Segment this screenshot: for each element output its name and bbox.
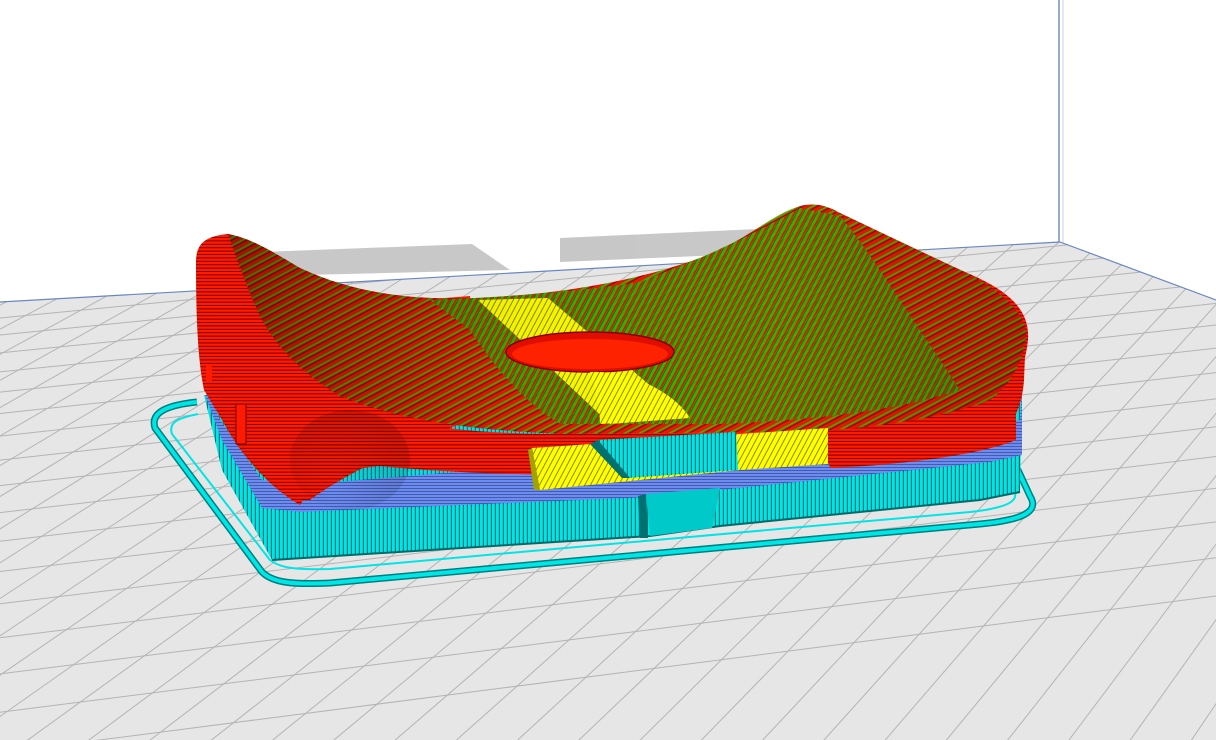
layer-view-scene[interactable] xyxy=(0,0,1216,740)
3d-viewport[interactable] xyxy=(0,0,1216,740)
